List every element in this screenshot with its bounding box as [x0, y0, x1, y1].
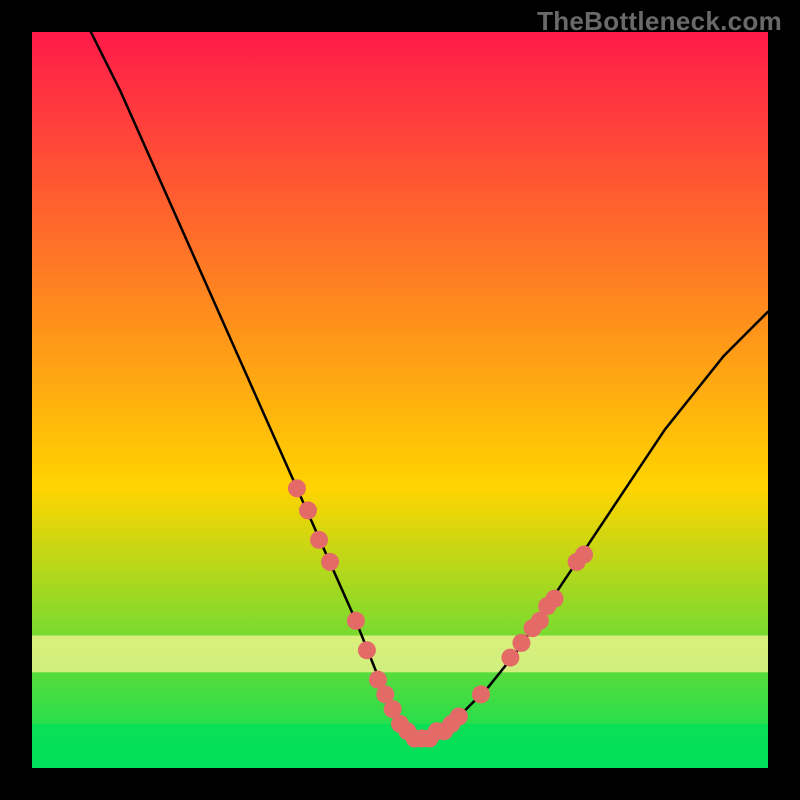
highlight-dot [472, 685, 490, 703]
highlight-dot [310, 531, 328, 549]
chart-frame: TheBottleneck.com [0, 0, 800, 800]
highlight-dot [501, 649, 519, 667]
plot-area [32, 32, 768, 768]
highlight-dot [575, 546, 593, 564]
highlight-dot [347, 612, 365, 630]
highlight-dot [512, 634, 530, 652]
yellow-band [32, 636, 768, 673]
highlight-dot [546, 590, 564, 608]
plot-svg [32, 32, 768, 768]
highlight-dot [358, 641, 376, 659]
highlight-dot [450, 707, 468, 725]
highlight-dot [321, 553, 339, 571]
highlight-dot [299, 501, 317, 519]
highlight-dot [288, 479, 306, 497]
